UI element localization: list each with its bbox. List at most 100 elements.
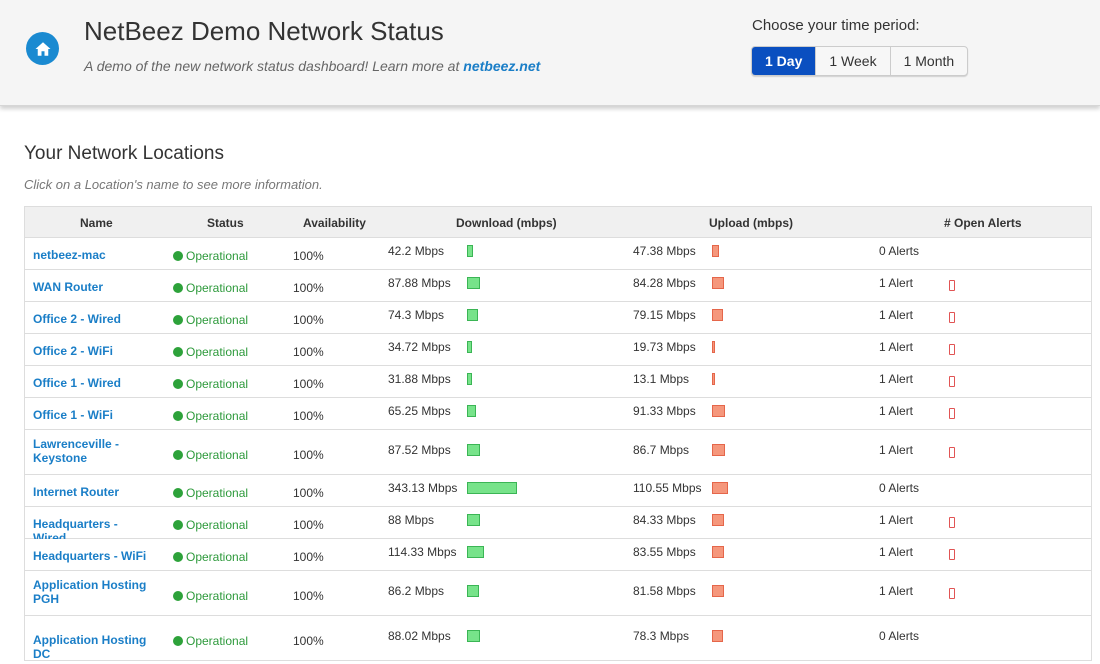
status-indicator: Operational — [173, 377, 248, 391]
page-header: NetBeez Demo Network Status A demo of th… — [0, 0, 1100, 106]
status-text: Operational — [186, 313, 249, 327]
column-header-name[interactable]: Name — [80, 216, 113, 230]
alert-icon[interactable] — [949, 549, 955, 560]
alert-icon[interactable] — [949, 517, 955, 528]
status-indicator: Operational — [173, 486, 248, 500]
status-text: Operational — [186, 281, 249, 295]
download-value: 343.13 Mbps — [388, 481, 458, 495]
status-text: Operational — [186, 409, 249, 423]
upload-bar — [712, 309, 723, 321]
open-alerts-count: 1 Alert — [879, 308, 914, 322]
alert-icon[interactable] — [949, 312, 955, 323]
availability-value: 100% — [293, 634, 324, 648]
status-dot-icon — [173, 379, 183, 389]
table-row: Headquarters - Wired Operational 100% 88 Mb… — [25, 507, 1091, 545]
upload-bar — [712, 405, 725, 417]
period-button-1-month[interactable]: 1 Month — [891, 47, 968, 75]
table-row: Application Hosting DC Operational 100% 88.… — [25, 616, 1091, 661]
download-value: 42.2 Mbps — [388, 244, 445, 258]
availability-value: 100% — [293, 409, 324, 423]
table-row: netbeez-mac Operational 100% 42.2 Mbps 47.38… — [25, 238, 1091, 270]
subtitle-text: A demo of the new network status dashboa… — [84, 58, 460, 74]
location-name-link[interactable]: Lawrenceville - Keystone — [33, 437, 153, 465]
location-name-link[interactable]: Headquarters - WiFi — [33, 549, 153, 563]
download-value: 34.72 Mbps — [388, 340, 451, 354]
status-text: Operational — [186, 486, 249, 500]
upload-bar — [712, 444, 725, 456]
location-name-link[interactable]: Office 1 - Wired — [33, 376, 153, 390]
table-row: Lawrenceville - Keystone Operational 100% 8… — [25, 430, 1091, 475]
status-text: Operational — [186, 589, 249, 603]
location-name-link[interactable]: Office 2 - WiFi — [33, 344, 153, 358]
download-bar — [467, 444, 480, 456]
location-name-link[interactable]: Office 1 - WiFi — [33, 408, 153, 422]
open-alerts-count: 1 Alert — [879, 276, 914, 290]
open-alerts-count: 1 Alert — [879, 404, 914, 418]
upload-value: 110.55 Mbps — [633, 481, 702, 495]
time-period-label: Choose your time period: — [752, 17, 920, 34]
netbeez-link[interactable]: netbeez.net — [463, 58, 540, 74]
period-button-1-week[interactable]: 1 Week — [816, 47, 891, 75]
download-value: 88.02 Mbps — [388, 629, 451, 643]
table-row: Office 1 - WiFi Operational 100% 65.25 Mbps… — [25, 398, 1091, 430]
location-name-link[interactable]: Application Hosting DC — [33, 633, 153, 661]
column-header-availability[interactable]: Availability — [303, 216, 366, 230]
download-bar — [467, 482, 517, 494]
location-name-link[interactable]: Internet Router — [33, 485, 153, 499]
status-indicator: Operational — [173, 409, 248, 423]
period-button-1-day[interactable]: 1 Day — [752, 47, 817, 75]
alert-icon[interactable] — [949, 408, 955, 419]
alert-icon[interactable] — [949, 344, 955, 355]
upload-value: 91.33 Mbps — [633, 404, 696, 418]
download-value: 114.33 Mbps — [388, 545, 457, 559]
column-header-status[interactable]: Status — [207, 216, 244, 230]
download-bar — [467, 585, 479, 597]
table-row: Application Hosting PGH Operational 100% 86… — [25, 571, 1091, 616]
upload-value: 47.38 Mbps — [633, 244, 696, 258]
upload-bar — [712, 277, 724, 289]
download-value: 74.3 Mbps — [388, 308, 445, 322]
alert-icon[interactable] — [949, 447, 955, 458]
section-title: Your Network Locations — [24, 143, 224, 164]
status-dot-icon — [173, 520, 183, 530]
home-icon — [35, 41, 50, 56]
alert-icon[interactable] — [949, 280, 955, 291]
download-bar — [467, 514, 480, 526]
column-header-open-alerts[interactable]: # Open Alerts — [944, 216, 1022, 230]
download-value: 86.2 Mbps — [388, 584, 445, 598]
alert-icon[interactable] — [949, 588, 955, 599]
status-dot-icon — [173, 488, 183, 498]
download-value: 65.25 Mbps — [388, 404, 451, 418]
status-indicator: Operational — [173, 589, 248, 603]
status-indicator: Operational — [173, 249, 248, 263]
availability-value: 100% — [293, 448, 324, 462]
location-name-link[interactable]: Office 2 - Wired — [33, 312, 153, 326]
column-header-download[interactable]: Download (mbps) — [456, 216, 557, 230]
download-value: 87.88 Mbps — [388, 276, 451, 290]
status-indicator: Operational — [173, 448, 248, 462]
page-title: NetBeez Demo Network Status — [84, 16, 444, 46]
column-header-upload[interactable]: Upload (mbps) — [709, 216, 793, 230]
download-bar — [467, 546, 484, 558]
table-row: Internet Router Operational 100% 343.13 Mbp… — [25, 475, 1091, 507]
location-name-link[interactable]: Application Hosting PGH — [33, 578, 153, 606]
upload-bar — [712, 373, 715, 385]
location-name-link[interactable]: netbeez-mac — [33, 248, 153, 262]
table-row: Office 2 - WiFi Operational 100% 34.72 Mbps… — [25, 334, 1091, 366]
download-bar — [467, 630, 480, 642]
table-row: Office 2 - Wired Operational 100% 74.3 Mbps… — [25, 302, 1091, 334]
location-name-link[interactable]: WAN Router — [33, 280, 153, 294]
availability-value: 100% — [293, 345, 324, 359]
table-body: netbeez-mac Operational 100% 42.2 Mbps 47.38… — [25, 238, 1091, 661]
table-row: Office 1 - Wired Operational 100% 31.88 Mbp… — [25, 366, 1091, 398]
status-dot-icon — [173, 411, 183, 421]
upload-value: 84.28 Mbps — [633, 276, 696, 290]
availability-value: 100% — [293, 249, 324, 263]
status-dot-icon — [173, 636, 183, 646]
open-alerts-count: 1 Alert — [879, 443, 914, 457]
upload-value: 78.3 Mbps — [633, 629, 690, 643]
alert-icon[interactable] — [949, 376, 955, 387]
upload-value: 19.73 Mbps — [633, 340, 696, 354]
download-value: 31.88 Mbps — [388, 372, 451, 386]
home-button[interactable] — [26, 32, 59, 65]
